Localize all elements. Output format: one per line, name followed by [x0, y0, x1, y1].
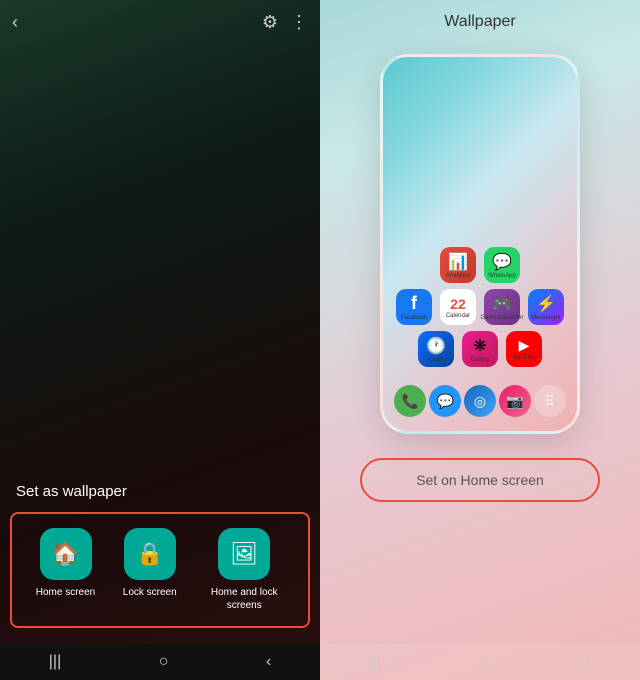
- app-messenger: ⚡ Messenger: [528, 289, 564, 325]
- right-top-bar: Wallpaper: [320, 0, 640, 44]
- set-home-button[interactable]: Set on Home screen: [362, 460, 598, 500]
- left-bottom-bar: ||| ○ ‹: [0, 644, 320, 680]
- more-icon[interactable]: ⋮: [290, 12, 308, 33]
- back-nav-icon[interactable]: ‹: [266, 653, 271, 671]
- dock-camera: 📷: [499, 385, 531, 417]
- home-and-lock-icon: 🖼: [218, 528, 270, 580]
- right-recent-icon[interactable]: |||: [369, 653, 381, 671]
- app-gamelauncher: 🎮 Game Launcher: [484, 289, 520, 325]
- right-back-icon[interactable]: ‹: [586, 653, 591, 671]
- app-youtube: ▶ YouTube: [506, 331, 542, 367]
- app-clock: 🕐 Clock: [418, 331, 454, 367]
- youtube-label: YouTube: [512, 355, 536, 361]
- phone-mockup: 📊 Analytics 💬 WhatsApp f Facebook 22 Cal…: [380, 54, 580, 434]
- app-row-1: 📊 Analytics 💬 WhatsApp: [393, 247, 567, 283]
- right-title: Wallpaper: [444, 13, 515, 31]
- home-nav-icon[interactable]: ○: [159, 653, 169, 671]
- clock-label: Clock: [428, 357, 443, 363]
- set-as-wallpaper-label: Set as wallpaper: [0, 483, 320, 512]
- app-calendar: 22 Calendar: [440, 289, 476, 325]
- whatsapp-label: WhatsApp: [488, 273, 516, 279]
- lock-screen-icon: 🔒: [124, 528, 176, 580]
- dock-row: 📞 💬 ◎ 📷 ⠿: [393, 381, 567, 421]
- back-icon[interactable]: ‹: [12, 12, 18, 33]
- gamelauncher-label: Game Launcher: [480, 315, 523, 321]
- app-gallery: ❋ Gallery: [462, 331, 498, 367]
- gallery-label: Gallery: [470, 357, 489, 363]
- recent-apps-icon[interactable]: |||: [49, 653, 61, 671]
- left-panel: ‹ ⚙ ⋮ Set as wallpaper 🏠 Home screen 🔒 L…: [0, 0, 320, 680]
- home-screen-label: Home screen: [36, 586, 95, 599]
- facebook-label: Facebook: [401, 315, 427, 321]
- app-whatsapp: 💬 WhatsApp: [484, 247, 520, 283]
- right-panel: Wallpaper 📊 Analytics 💬 WhatsApp f Faceb…: [320, 0, 640, 680]
- lock-screen-label: Lock screen: [123, 586, 177, 599]
- dock-apps: ⠿: [534, 385, 566, 417]
- calendar-label: Calendar: [446, 313, 470, 319]
- wallpaper-options-box: 🏠 Home screen 🔒 Lock screen 🖼 Home and l…: [10, 512, 310, 628]
- left-top-bar: ‹ ⚙ ⋮: [0, 0, 320, 44]
- app-row-3: 🕐 Clock ❋ Gallery ▶ YouTube: [393, 331, 567, 367]
- home-screen-icon: 🏠: [40, 528, 92, 580]
- dock-messages: 💬: [429, 385, 461, 417]
- phone-app-grid: 📊 Analytics 💬 WhatsApp f Facebook 22 Cal…: [393, 247, 567, 421]
- messenger-label: Messenger: [531, 315, 561, 321]
- dock-phone: 📞: [394, 385, 426, 417]
- app-row-2: f Facebook 22 Calendar 🎮 Game Launcher ⚡…: [393, 289, 567, 325]
- home-and-lock-label: Home and lock screens: [204, 586, 284, 612]
- home-and-lock-option[interactable]: 🖼 Home and lock screens: [204, 528, 284, 612]
- right-home-icon[interactable]: ○: [479, 653, 489, 671]
- dock-samsung: ◎: [464, 385, 496, 417]
- settings-icon[interactable]: ⚙: [262, 12, 278, 33]
- right-bottom-bar: ||| ○ ‹: [320, 644, 640, 680]
- lock-screen-option[interactable]: 🔒 Lock screen: [123, 528, 177, 599]
- set-home-button-box[interactable]: Set on Home screen: [360, 458, 600, 502]
- home-screen-option[interactable]: 🏠 Home screen: [36, 528, 95, 599]
- app-facebook: f Facebook: [396, 289, 432, 325]
- app-analytics: 📊 Analytics: [440, 247, 476, 283]
- analytics-label: Analytics: [446, 273, 470, 279]
